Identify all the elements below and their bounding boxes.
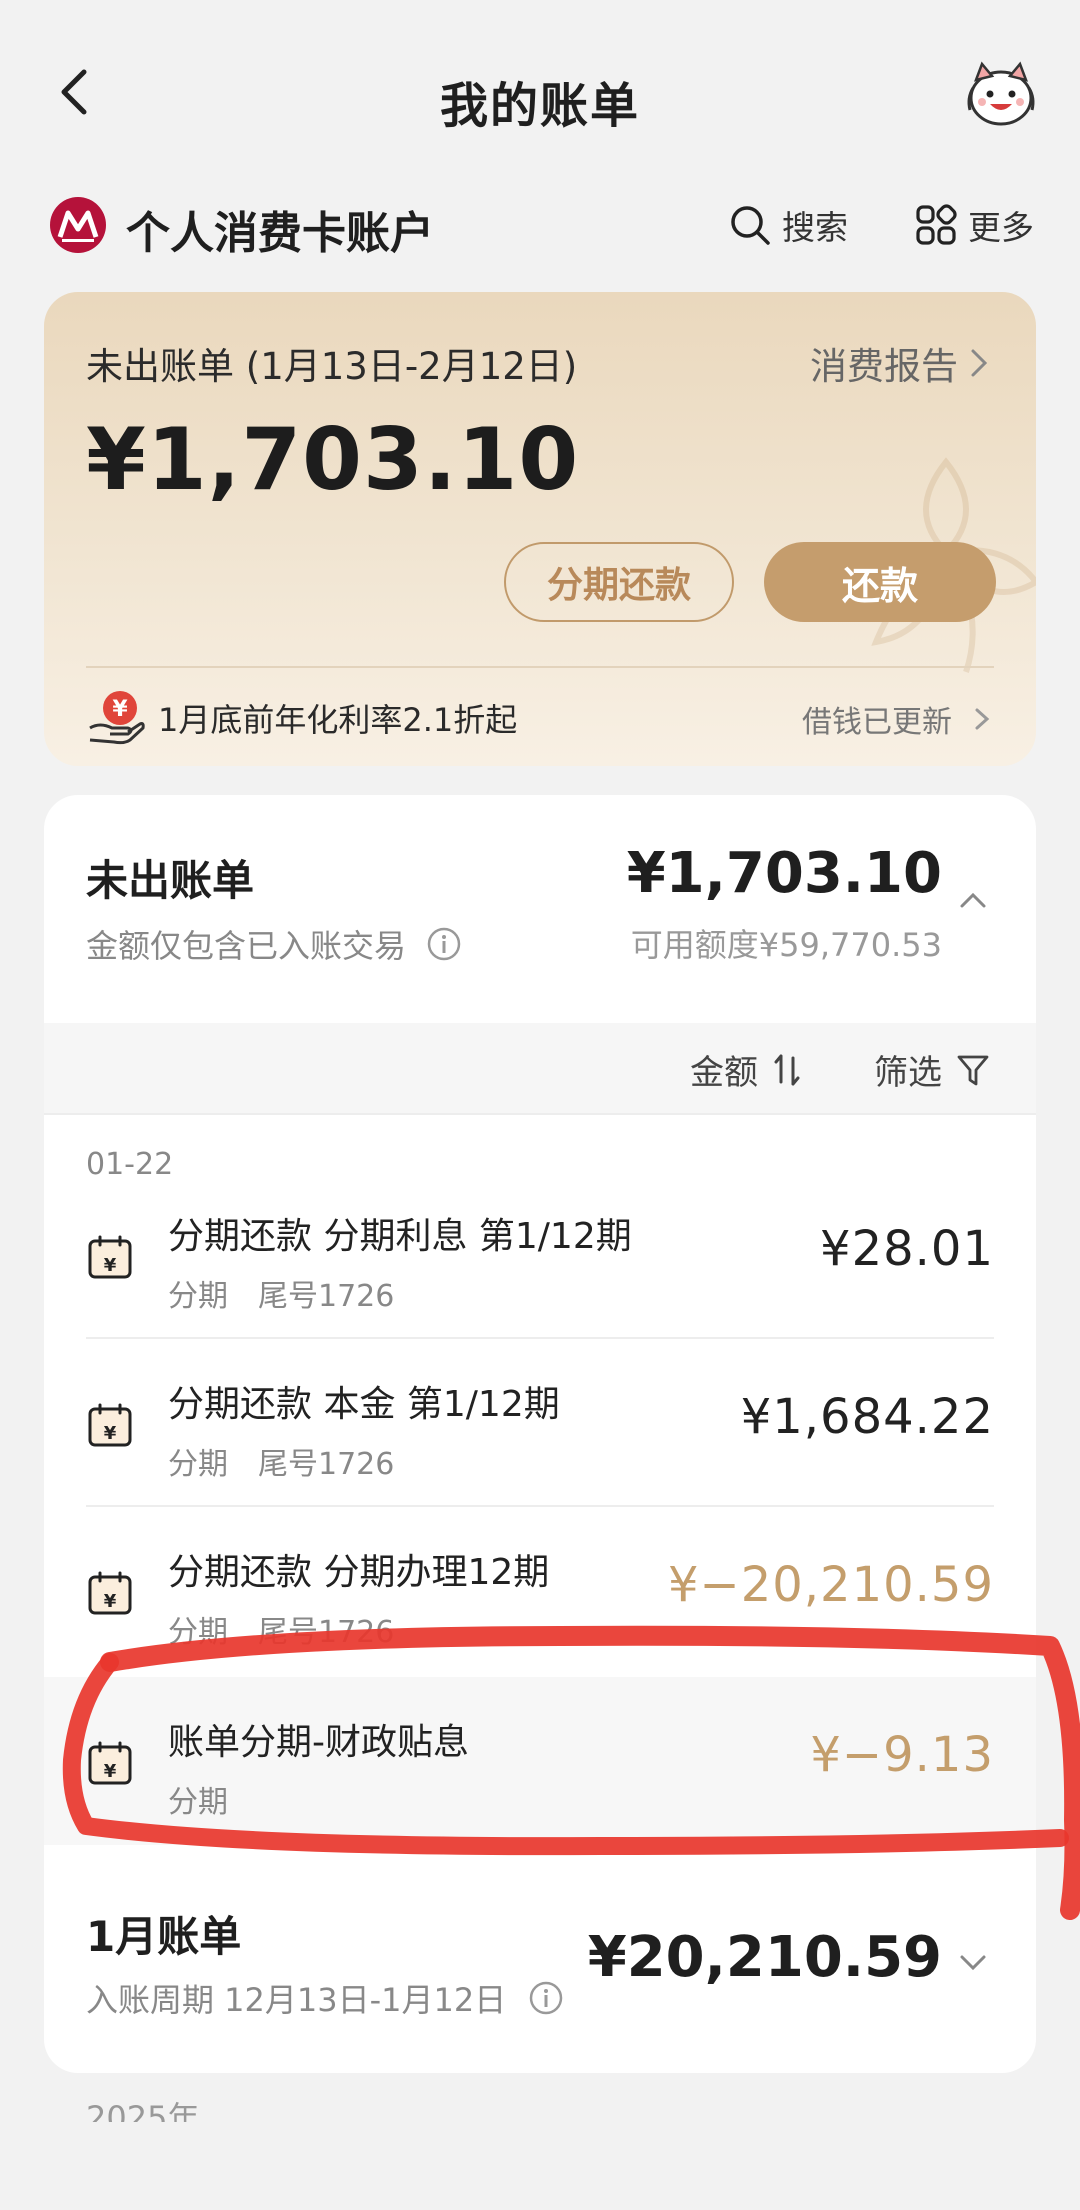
transaction-title: 分期还款 分期办理12期 <box>168 1552 550 1593</box>
filter-icon <box>957 1055 989 1085</box>
unbilled-title: 未出账单 <box>86 856 255 905</box>
account-row: 个人消费卡账户 搜索 更多 <box>0 185 1080 265</box>
summary-amount: ¥1,703.10 <box>86 410 580 510</box>
report-label: 消费报告 <box>810 345 958 388</box>
filter-label: 筛选 <box>874 1053 942 1093</box>
svg-text:¥: ¥ <box>104 1255 117 1276</box>
calendar-yuan-icon: ¥ <box>88 1403 132 1447</box>
transaction-amount: ¥1,684.22 <box>740 1389 994 1445</box>
grid-icon <box>916 204 957 245</box>
transaction-row[interactable]: ¥ 分期还款 分期办理12期 分期 尾号1726 ¥−20,210.59 <box>44 1507 1036 1675</box>
transaction-meta: 分期 尾号1726 <box>168 1439 394 1483</box>
calendar-yuan-icon: ¥ <box>88 1235 132 1279</box>
card-tail: 尾号1726 <box>258 1279 395 1314</box>
calendar-yuan-icon: ¥ <box>88 1741 132 1785</box>
sort-filter-bar: 金额 筛选 <box>44 1023 1036 1115</box>
info-icon[interactable] <box>426 926 462 962</box>
svg-text:¥: ¥ <box>104 1761 117 1782</box>
hand-yuan-coin-icon: ¥ <box>86 686 146 746</box>
mascot-avatar-icon[interactable] <box>964 58 1038 132</box>
transaction-type: 分期 <box>168 1615 228 1650</box>
unbilled-note-text: 金额仅包含已入账交易 <box>86 927 407 965</box>
summary-card: 未出账单 (1月13日-2月12日) 消费报告 ¥1,703.10 分期还款 还… <box>44 292 1036 766</box>
transaction-row[interactable]: ¥ 账单分期-财政贴息 分期 ¥−9.13 <box>44 1677 1036 1845</box>
svg-text:¥: ¥ <box>112 697 128 722</box>
transaction-amount: ¥−9.13 <box>810 1727 994 1783</box>
sort-icon <box>774 1054 800 1085</box>
transaction-amount: ¥−20,210.59 <box>667 1557 994 1613</box>
page-title: 我的账单 <box>439 78 640 134</box>
available-credit: 可用额度¥59,770.53 <box>630 926 942 964</box>
january-bill-title[interactable]: 1月账单 <box>86 1903 241 1964</box>
chevron-right-icon <box>971 349 988 377</box>
bank-logo-icon <box>48 195 108 255</box>
transaction-row[interactable]: ¥ 分期还款 分期利息 第1/12期 分期 尾号1726 ¥28.01 <box>44 1171 1036 1339</box>
january-bill-period: 入账周期 12月13日-1月12日 <box>86 1975 564 2021</box>
unbilled-note: 金额仅包含已入账交易 <box>86 921 462 967</box>
filter-button[interactable]: 筛选 <box>874 1045 990 1094</box>
bills-card: 未出账单 金额仅包含已入账交易 ¥1,703.10 可用额度¥59,770.53… <box>44 795 1036 2073</box>
installment-repay-button[interactable]: 分期还款 <box>504 542 734 622</box>
info-icon[interactable] <box>528 1980 564 2016</box>
svg-text:¥: ¥ <box>104 1591 117 1612</box>
calendar-yuan-icon: ¥ <box>88 1571 132 1615</box>
more-button[interactable]: 更多 <box>914 201 1034 249</box>
top-bar: 我的账单 <box>0 40 1080 150</box>
transaction-title: 分期还款 本金 第1/12期 <box>168 1384 560 1425</box>
transaction-meta: 分期 尾号1726 <box>168 1607 394 1651</box>
spending-report-link[interactable]: 消费报告 <box>810 336 994 390</box>
transaction-meta: 分期 <box>168 1777 228 1821</box>
chevron-down-icon[interactable] <box>956 1945 990 1979</box>
transaction-type: 分期 <box>168 1447 228 1482</box>
january-period-text: 入账周期 12月13日-1月12日 <box>86 1981 507 2019</box>
account-name[interactable]: 个人消费卡账户 <box>126 197 434 261</box>
chevron-up-icon[interactable] <box>956 883 990 917</box>
year-label-text: 2025年 <box>86 2099 200 2122</box>
year-section-label: 2025年 <box>86 2098 199 2122</box>
transaction-row[interactable]: ¥ 分期还款 本金 第1/12期 分期 尾号1726 ¥1,684.22 <box>44 1339 1036 1507</box>
card-tail: 尾号1726 <box>258 1447 395 1482</box>
transaction-meta: 分期 尾号1726 <box>168 1271 394 1315</box>
repay-button[interactable]: 还款 <box>764 542 996 622</box>
search-icon <box>731 206 770 245</box>
bill-page: 我的账单 个人消费卡账户 搜索 更多 未出账单 (1月13日-2月12日) 消费… <box>0 0 1080 2210</box>
transaction-amount: ¥28.01 <box>820 1221 994 1277</box>
transaction-type: 分期 <box>168 1279 228 1314</box>
chevron-right-icon <box>975 708 990 730</box>
more-label: 更多 <box>968 208 1034 247</box>
sort-amount-label: 金额 <box>690 1053 758 1093</box>
search-label: 搜索 <box>782 208 848 247</box>
promo-link-label: 借钱已更新 <box>802 705 952 740</box>
summary-period: 未出账单 (1月13日-2月12日) <box>86 345 578 388</box>
unbilled-amount: ¥1,703.10 <box>626 841 942 906</box>
transaction-title: 分期还款 分期利息 第1/12期 <box>168 1216 632 1257</box>
search-button[interactable]: 搜索 <box>728 201 848 249</box>
divider <box>86 666 994 668</box>
promo-text[interactable]: 1月底前年化利率2.1折起 <box>158 695 517 741</box>
card-tail: 尾号1726 <box>258 1615 395 1650</box>
svg-text:¥: ¥ <box>104 1423 117 1444</box>
transaction-type: 分期 <box>168 1785 228 1820</box>
january-bill-amount: ¥20,210.59 <box>587 1925 942 1990</box>
loan-updated-link[interactable]: 借钱已更新 <box>802 697 994 741</box>
sort-by-amount-button[interactable]: 金额 <box>690 1045 804 1094</box>
transaction-title: 账单分期-财政贴息 <box>168 1722 469 1763</box>
